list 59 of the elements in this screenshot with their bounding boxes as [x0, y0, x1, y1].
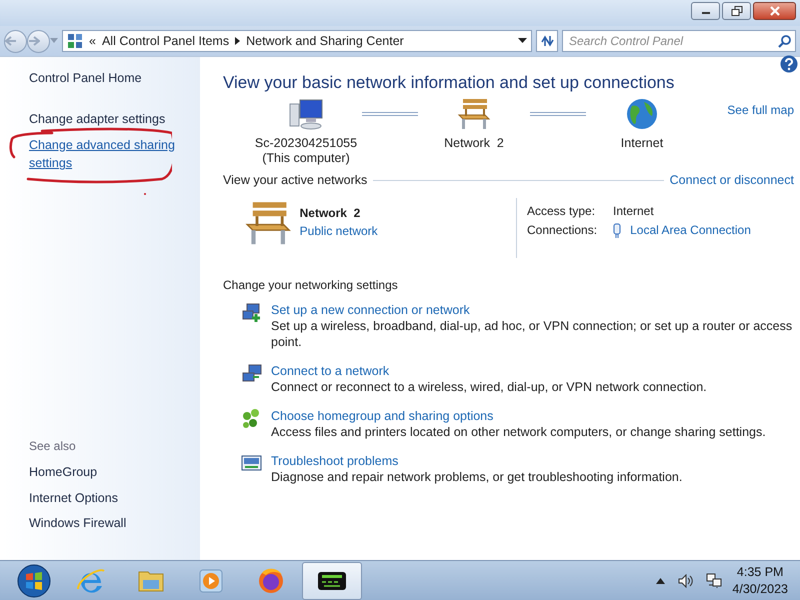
- network-type-link[interactable]: Public network: [300, 224, 378, 238]
- control-panel-icon: [67, 33, 83, 49]
- node-label: Network 2: [444, 136, 504, 152]
- see-full-map-link[interactable]: See full map: [727, 101, 794, 166]
- volume-icon[interactable]: [678, 574, 694, 588]
- network-icon[interactable]: [706, 572, 722, 588]
- detail-label: Access type:: [527, 203, 596, 220]
- task-link[interactable]: Connect to a network: [271, 363, 390, 380]
- page-heading: View your basic network information and set up connections: [223, 73, 676, 94]
- breadcrumb-arrow-icon[interactable]: [235, 37, 240, 45]
- help-icon[interactable]: [780, 55, 798, 73]
- overflow-chevron[interactable]: «: [89, 32, 96, 50]
- refresh-icon: [540, 35, 554, 47]
- close-icon: [768, 6, 780, 16]
- clock-time: 4:35 PM: [736, 564, 784, 580]
- detail-value: Internet: [613, 203, 654, 220]
- connect-or-disconnect-link[interactable]: Connect or disconnect: [670, 171, 794, 190]
- back-arrow-icon: [5, 36, 17, 46]
- search-icon[interactable]: [778, 34, 791, 48]
- windows-logo-icon: [17, 564, 51, 598]
- restore-button[interactable]: [722, 2, 751, 20]
- sidebar-link[interactable]: HomeGroup: [29, 462, 98, 482]
- search-box[interactable]: Search Control Panel: [562, 30, 796, 52]
- breadcrumb[interactable]: Network and Sharing Center: [246, 32, 404, 50]
- taskbar-app-button[interactable]: [302, 562, 362, 600]
- task-description: Diagnose and repair network problems, or get troubleshooting information.: [271, 469, 682, 486]
- task-link[interactable]: Choose homegroup and sharing options: [271, 408, 494, 424]
- task-description: Connect or reconnect to a wireless, wired, dial-up, or VPN network connection.: [271, 379, 707, 396]
- close-button[interactable]: [753, 2, 796, 20]
- restore-icon: [730, 6, 742, 16]
- sidebar-link[interactable]: Internet Options: [29, 488, 118, 508]
- task-link[interactable]: Troubleshoot problems: [271, 453, 398, 470]
- see-also-heading: See also: [29, 438, 77, 455]
- node-sublabel: (This computer): [261, 151, 351, 166]
- task-description: Access files and printers located on other network computers, or change sharing settings.: [271, 424, 766, 440]
- connection-link[interactable]: Local Area Connection: [630, 221, 751, 240]
- network-name: Network 2: [300, 205, 362, 222]
- dropdown-arrow-icon[interactable]: [518, 38, 527, 44]
- refresh-button[interactable]: [536, 30, 558, 52]
- sidebar-link[interactable]: Windows Firewall: [29, 514, 126, 533]
- task-description: Set up a wireless, broadband, dial-up, ad hoc, or VPN connection; or set up a router or access point.: [271, 318, 794, 350]
- node-label: Internet: [620, 136, 664, 152]
- minimize-button[interactable]: [691, 2, 720, 20]
- forward-arrow-icon: [28, 36, 40, 46]
- sidebar-link[interactable]: Change adapter settings: [29, 110, 190, 128]
- sidebar-link[interactable]: Change advanced sharing settings: [29, 136, 189, 173]
- node-label: Sc-202304251055: [254, 136, 358, 152]
- network-plus-icon: [241, 302, 263, 324]
- ethernet-icon: [613, 222, 621, 239]
- task-link[interactable]: Set up a new connection or network: [271, 302, 470, 318]
- section-heading: Change your networking settings: [223, 277, 399, 294]
- show-hidden-icons-icon[interactable]: [656, 578, 666, 584]
- clock-date: 4/30/2023: [732, 580, 788, 598]
- detail-label: Connections:: [527, 222, 598, 240]
- section-heading: View your active networks: [223, 172, 368, 190]
- address-bar[interactable]: « All Control Panel Items Network and Sharing Center: [62, 30, 532, 52]
- breadcrumb[interactable]: All Control Panel Items: [102, 32, 230, 50]
- clock[interactable]: 4:35 PM 4/30/2023: [732, 564, 788, 598]
- sidebar-link[interactable]: Control Panel Home: [29, 69, 190, 88]
